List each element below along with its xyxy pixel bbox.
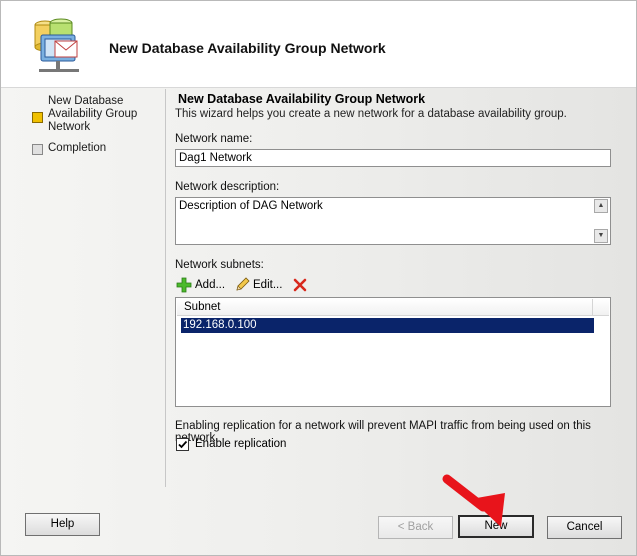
wizard-title: New Database Availability Group Network: [109, 40, 386, 56]
remove-subnet-button[interactable]: [292, 277, 311, 293]
scroll-down-icon[interactable]: ▼: [594, 229, 608, 243]
wizard-window: New Database Availability Group Network …: [0, 0, 637, 556]
step-new-dag-network: New Database Availability Group Network: [29, 95, 156, 134]
subnets-list-header: Subnet: [177, 299, 609, 316]
page-title: New Database Availability Group Network: [178, 92, 426, 106]
table-row[interactable]: 192.168.0.100: [181, 318, 594, 333]
red-arrow-icon: [442, 474, 505, 527]
database-network-icon: [31, 15, 91, 79]
network-name-field[interactable]: Dag1 Network: [175, 149, 611, 167]
subnets-list[interactable]: Subnet 192.168.0.100: [175, 297, 611, 407]
pending-step-icon: [32, 144, 43, 155]
add-subnet-button[interactable]: Add...: [176, 277, 225, 293]
wizard-header: New Database Availability Group Network: [1, 1, 636, 88]
network-description-field[interactable]: Description of DAG Network ▲ ▼: [175, 197, 611, 245]
page-description: This wizard helps you create a new netwo…: [175, 108, 567, 120]
wizard-steps: New Database Availability Group Network …: [29, 95, 159, 161]
step-completion: Completion: [29, 142, 159, 155]
network-name-label: Network name:: [175, 133, 253, 145]
add-icon: [176, 277, 192, 293]
enable-replication-label[interactable]: Enable replication: [195, 438, 286, 450]
scroll-up-icon[interactable]: ▲: [594, 199, 608, 213]
pencil-icon: [236, 277, 250, 291]
column-header-subnet[interactable]: Subnet: [177, 299, 593, 315]
network-description-label: Network description:: [175, 181, 280, 193]
current-step-icon: [32, 112, 43, 123]
nav-divider: [165, 89, 166, 487]
edit-label: Edit...: [253, 279, 283, 291]
add-label: Add...: [195, 279, 226, 291]
delete-icon: [293, 278, 307, 292]
network-description-text: Description of DAG Network: [179, 200, 323, 212]
checkmark-icon: [178, 440, 188, 449]
enable-replication-checkbox[interactable]: [176, 438, 189, 451]
network-subnets-label: Network subnets:: [175, 259, 264, 271]
step-label: New Database Availability Group Network: [48, 95, 138, 133]
edit-subnet-button[interactable]: Edit...: [234, 277, 282, 293]
cancel-button[interactable]: Cancel: [547, 516, 622, 539]
step-label: Completion: [48, 142, 107, 154]
help-button[interactable]: Help: [25, 513, 100, 536]
